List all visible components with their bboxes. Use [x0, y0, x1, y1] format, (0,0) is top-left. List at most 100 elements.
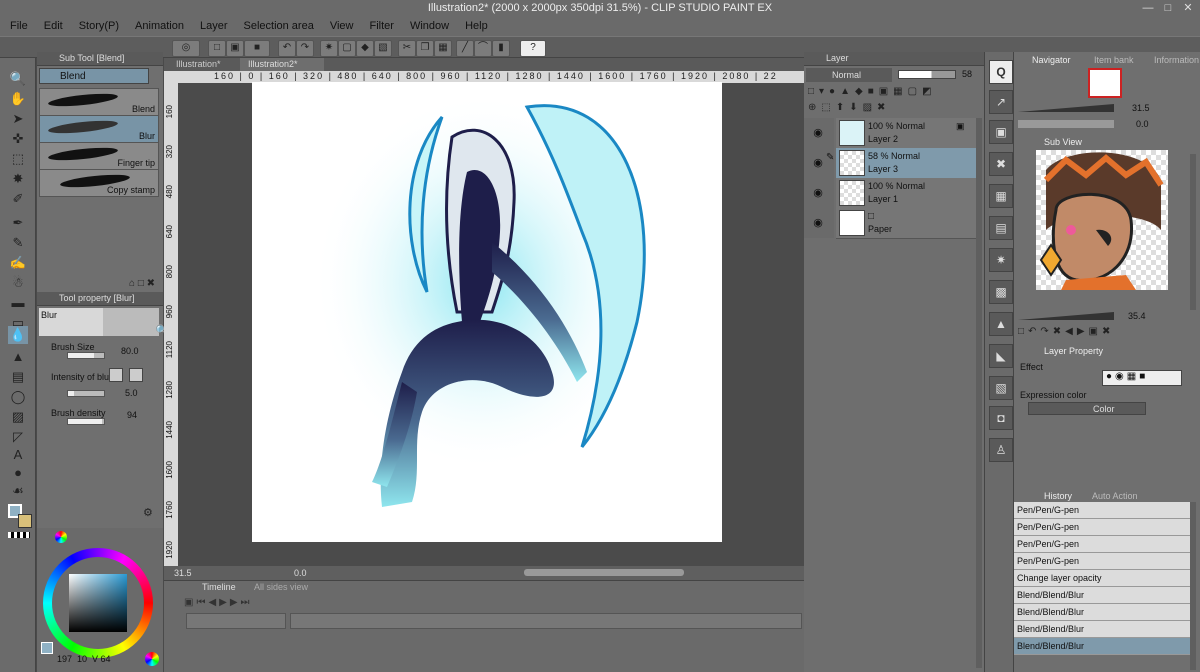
material-icon[interactable]: ↗ — [989, 90, 1013, 114]
text-tool-icon[interactable]: A — [8, 446, 28, 464]
hue-ring[interactable] — [43, 548, 153, 658]
eye-icon[interactable]: ◉ — [810, 126, 826, 142]
layer-tools-row-1[interactable]: □▾●▲◆■▣▦▢◩ — [808, 86, 980, 100]
history-item[interactable]: Pen/Pen/G-pen — [1014, 519, 1191, 536]
color-mode-icon[interactable] — [145, 652, 159, 666]
balloon-icon[interactable]: ● — [8, 464, 28, 482]
zoom-tool-icon[interactable]: 🔍 — [8, 70, 28, 88]
transparent-color-swatch[interactable] — [8, 532, 30, 538]
figure-icon[interactable]: ◯ — [8, 388, 28, 406]
auto-select-icon[interactable]: ✸ — [8, 170, 28, 188]
navigator-zoom-slider[interactable] — [1018, 104, 1114, 112]
menu-layer[interactable]: Layer — [190, 18, 234, 32]
open-folder-icon[interactable]: ▣ — [226, 40, 244, 57]
eyedropper-icon[interactable]: ✐ — [8, 190, 28, 208]
object-material-icon[interactable]: ▧ — [989, 376, 1013, 400]
panel-material-icon[interactable]: ▤ — [989, 216, 1013, 240]
frame-material-icon[interactable]: ✖ — [989, 152, 1013, 176]
ruler-icon[interactable]: ◸ — [8, 428, 28, 446]
decoration-icon[interactable]: ▬ — [8, 294, 28, 312]
navigator-preview[interactable] — [1088, 68, 1122, 98]
tab-illustration[interactable]: Illustration* — [168, 58, 244, 71]
new-file-icon[interactable]: □ — [208, 40, 226, 57]
undo-icon[interactable]: ↶ — [278, 40, 296, 57]
tab-navigator[interactable]: Navigator — [1032, 54, 1071, 67]
move-layer-icon[interactable]: ✜ — [8, 130, 28, 148]
clip-studio-q-icon[interactable]: Q — [989, 60, 1013, 84]
3d-material-icon[interactable]: ◘ — [989, 406, 1013, 430]
menu-story[interactable]: Story(P) — [69, 18, 125, 32]
selection-icon[interactable]: ⬚ — [8, 150, 28, 168]
tool-settings-icon[interactable]: ⚙ — [143, 506, 153, 519]
blend-mode-dropdown[interactable]: Normal — [806, 68, 892, 82]
pencil-tool-icon[interactable]: ✎ — [8, 234, 28, 252]
blend-tool-icon[interactable]: 💧 — [8, 326, 28, 344]
eye-icon[interactable]: ◉ — [810, 216, 826, 232]
fill-tool-icon[interactable]: ▲ — [8, 348, 28, 366]
navigator-zoom-value[interactable]: 31.5 — [1132, 103, 1150, 113]
sub-tool-item-blur[interactable]: Blur — [39, 115, 159, 143]
airbrush-icon[interactable]: ☃ — [8, 274, 28, 292]
brush-density-slider[interactable] — [67, 418, 105, 425]
zoom-readout[interactable]: 31.5 — [174, 568, 192, 578]
cut-icon[interactable]: ✂ — [398, 40, 416, 57]
minimize-button[interactable]: — — [1140, 1, 1156, 15]
layer-row[interactable]: 100 % Normal Layer 1 — [836, 178, 976, 209]
angle-readout[interactable]: 0.0 — [294, 568, 307, 578]
hand-tool-icon[interactable]: ✋ — [8, 90, 28, 108]
fill-icon[interactable]: ◆ — [356, 40, 374, 57]
effect-material-icon[interactable]: ✷ — [989, 248, 1013, 272]
gradient-icon[interactable]: ▤ — [8, 368, 28, 386]
color-wheel-tab-icon[interactable] — [55, 531, 67, 543]
history-item[interactable]: Blend/Blend/Blur — [1014, 621, 1191, 638]
menu-view[interactable]: View — [320, 18, 360, 32]
help-icon[interactable]: ? — [520, 40, 546, 57]
transform-icon[interactable]: ▢ — [338, 40, 356, 57]
canvas-paper[interactable] — [252, 82, 722, 542]
menu-help[interactable]: Help — [455, 18, 494, 32]
clear-icon[interactable]: ▧ — [374, 40, 392, 57]
sub-tool-item-blend[interactable]: Blend — [39, 88, 159, 116]
history-scrollbar[interactable] — [1190, 502, 1196, 670]
layer-row[interactable]: 100 % Normal Layer 2 ▣ — [836, 118, 976, 149]
brush-size-value[interactable]: 80.0 — [121, 346, 139, 356]
timeline-title[interactable]: Timeline — [202, 582, 236, 593]
history-item[interactable]: Blend/Blend/Blur — [1014, 604, 1191, 621]
history-item[interactable]: Pen/Pen/G-pen — [1014, 553, 1191, 570]
intensity-value[interactable]: 5.0 — [125, 388, 138, 398]
horizontal-scrollbar[interactable] — [524, 569, 684, 576]
pen-tool-icon[interactable]: ✒ — [8, 214, 28, 232]
intensity-slider[interactable] — [67, 390, 105, 397]
redo-icon[interactable]: ↷ — [296, 40, 314, 57]
pose-material-icon[interactable]: ♙ — [989, 438, 1013, 462]
snap-special-ruler-icon[interactable]: ⌒ — [474, 40, 492, 57]
brush-size-slider[interactable] — [67, 352, 105, 359]
navigator-rotate-slider[interactable] — [1018, 120, 1114, 128]
layer-row[interactable]: □ Paper — [836, 208, 976, 239]
sub-tool-item-finger-tip[interactable]: Finger tip — [39, 142, 159, 170]
history-item[interactable]: Blend/Blend/Blur — [1014, 587, 1191, 604]
playback-controls[interactable]: ▣⏮◀▶▶⏭ — [184, 597, 354, 611]
history-item[interactable]: Pen/Pen/G-pen — [1014, 502, 1191, 519]
save-icon[interactable]: ■ — [244, 40, 270, 57]
menu-edit[interactable]: Edit — [34, 18, 69, 32]
sub-tool-group-tab[interactable]: Blend — [39, 68, 149, 84]
frame-border-icon[interactable]: ▨ — [8, 408, 28, 426]
sub-color-swatch[interactable] — [18, 514, 32, 528]
saturation-value-square[interactable] — [69, 574, 127, 632]
copy-icon[interactable]: ❐ — [416, 40, 434, 57]
brush-density-value[interactable]: 94 — [127, 410, 137, 420]
tab-illustration2[interactable]: Illustration2* — [240, 58, 324, 71]
sub-view-zoom-slider[interactable] — [1018, 312, 1114, 320]
sub-view-zoom-value[interactable]: 35.4 — [1128, 311, 1146, 321]
effect-buttons[interactable]: ●◉▦■ — [1102, 370, 1182, 386]
menu-filter[interactable]: Filter — [359, 18, 399, 32]
sub-view-scrollbar[interactable] — [1190, 154, 1196, 310]
selection-tool-icon[interactable]: ✷ — [320, 40, 338, 57]
background-material-icon[interactable]: ▲ — [989, 312, 1013, 336]
operation-tool-icon[interactable]: ➤ — [8, 110, 28, 128]
snap-ruler-icon[interactable]: ╱ — [456, 40, 474, 57]
tab-item-bank[interactable]: Item bank — [1094, 54, 1134, 67]
menu-window[interactable]: Window — [400, 18, 455, 32]
navigator-angle-value[interactable]: 0.0 — [1136, 119, 1149, 129]
